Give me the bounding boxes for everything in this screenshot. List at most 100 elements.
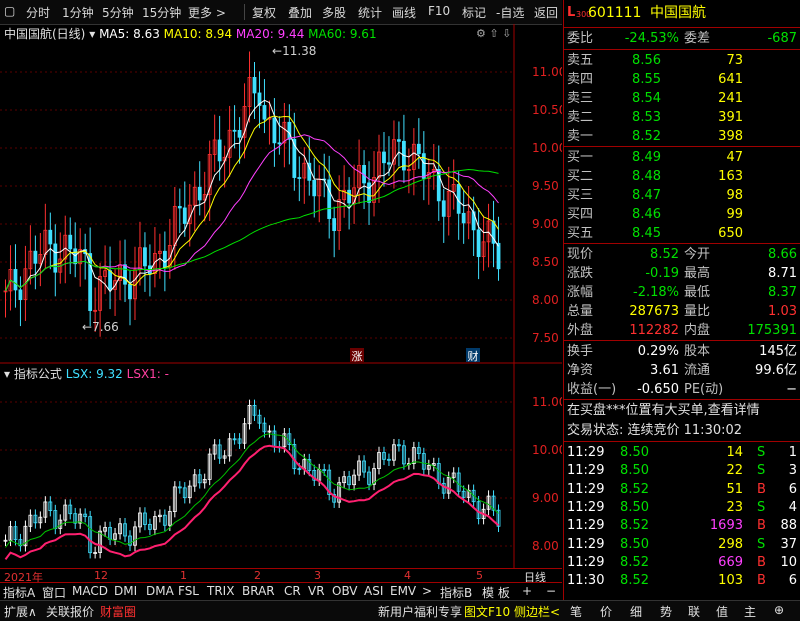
indicator-title: 指标公式 <box>13 367 62 381</box>
tab-brar[interactable]: BRAR <box>242 584 275 598</box>
tab-5min[interactable]: 5分钟 <box>102 4 134 21</box>
indicator-legend: ▾ 指标公式 LSX: 9.32 LSX1: - <box>4 365 169 382</box>
overlay-button[interactable]: 叠加 <box>288 4 312 21</box>
tick-volume: 669 <box>718 554 743 570</box>
bid-label: 买一 <box>567 150 594 165</box>
tick-volume: 14 <box>726 445 743 460</box>
expand-button[interactable]: 扩展∧ <box>4 603 37 620</box>
x-axis-label: 1 <box>180 569 187 582</box>
indicator-chart[interactable]: 11.00 10.00 9.00 8.00 ▾ 指标公式 LSX: 9.32 LSX1… <box>0 364 566 568</box>
tab-dma[interactable]: DMA <box>146 584 174 598</box>
tab-macd[interactable]: MACD <box>72 584 108 598</box>
news-ticker[interactable]: 在买盘***位置有大买单,查看详情 <box>564 401 800 420</box>
fundamental-row: 收益(一) -0.650 PE(动) − <box>564 380 800 399</box>
chevron-down-icon[interactable]: ▾ <box>4 367 10 381</box>
ma5-line <box>5 99 499 293</box>
tab-linked[interactable]: 联 <box>688 603 700 620</box>
tab-main[interactable]: 主 <box>744 603 756 620</box>
fundamental-row: 净资 3.61 流通 99.6亿 <box>564 361 800 380</box>
tick-count: 6 <box>788 573 797 589</box>
tab-asi[interactable]: ASI <box>364 584 383 598</box>
ask-volume: 391 <box>718 110 743 125</box>
tick-side: B <box>757 481 766 497</box>
tab-1min[interactable]: 1分钟 <box>62 4 94 21</box>
settings-icon[interactable]: ⚙ <box>476 27 486 40</box>
tab-window[interactable]: 窗口 <box>42 584 66 601</box>
stat-value: 8.66 <box>768 247 797 262</box>
arrow-up-icon[interactable]: ⇧ <box>489 27 498 40</box>
collapse-icon[interactable]: ▢ <box>4 4 15 18</box>
arrow-down-icon[interactable]: ⇩ <box>502 27 511 40</box>
tick-row: 11:29 8.52 669 B 10 <box>564 553 800 572</box>
stat-value: 8.71 <box>768 266 797 281</box>
bid-volume: 98 <box>726 188 743 203</box>
tab-value[interactable]: 值 <box>716 603 728 620</box>
tick-volume: 1693 <box>709 518 743 534</box>
stock-name[interactable]: 中国国航 <box>650 2 706 24</box>
mark-button[interactable]: 标记 <box>462 4 486 21</box>
indicator-canvas[interactable]: 11.00 10.00 9.00 8.00 <box>0 364 566 568</box>
statistics-button[interactable]: 统计 <box>358 4 382 21</box>
fund-label: PE(动) <box>684 382 724 397</box>
tab-trend[interactable]: 势 <box>660 603 672 620</box>
tab-cr[interactable]: CR <box>284 584 301 598</box>
kline-canvas[interactable]: 11.00 10.50 10.00 9.50 9.00 8.50 8.00 7.50 <box>0 24 566 364</box>
kline-chart[interactable]: 11.00 10.50 10.00 9.50 9.00 8.50 8.00 7.50 中国国航… <box>0 24 566 364</box>
ask-level-row: 卖二 8.53 391 <box>564 108 800 127</box>
tab-vr[interactable]: VR <box>308 584 325 598</box>
tab-more[interactable]: 更多 > <box>188 4 226 21</box>
tab-fsl[interactable]: FSL <box>178 584 199 598</box>
stat-label: 内盘 <box>684 323 711 338</box>
multi-stock-button[interactable]: 多股 <box>322 4 346 21</box>
tabs-scroll-right[interactable]: > <box>422 584 432 598</box>
add-button[interactable]: + <box>522 584 532 598</box>
f10-link[interactable]: 图文F10 <box>464 603 510 620</box>
restore-rights-button[interactable]: 复权 <box>252 4 276 21</box>
tab-15min[interactable]: 15分钟 <box>142 4 181 21</box>
ask-level-row: 卖五 8.56 73 <box>564 51 800 70</box>
x-axis-label: 12 <box>94 569 108 582</box>
high-price-annotation: ←11.38 <box>272 44 317 58</box>
tab-indicator-a[interactable]: 指标A <box>3 584 35 601</box>
tab-obv[interactable]: OBV <box>332 584 358 598</box>
promo-link[interactable]: 新用户福利专享 <box>378 603 462 620</box>
sidebar-toggle[interactable]: 侧边栏< <box>514 603 560 620</box>
tick-price: 8.50 <box>620 463 649 479</box>
f10-button[interactable]: F10 <box>428 4 450 18</box>
add-icon[interactable]: ⊕ <box>774 603 784 617</box>
tick-side: S <box>757 499 766 515</box>
order-imbalance-row: 委比 -24.53% 委差 -687 <box>564 29 800 48</box>
stat-label: 涨幅 <box>567 285 594 300</box>
tick-side: S <box>757 536 766 552</box>
tab-trades[interactable]: 笔 <box>570 603 582 620</box>
fundamental-row: 换手 0.29% 股本 145亿 <box>564 342 800 361</box>
tab-emv[interactable]: EMV <box>390 584 416 598</box>
ask-price: 8.54 <box>632 91 661 106</box>
tab-timeshare[interactable]: 分时 <box>26 4 50 21</box>
tick-time: 11:29 <box>567 536 605 552</box>
tick-count: 37 <box>780 536 797 552</box>
trade-status: 交易状态: 连续竞价 11:30:02 <box>567 423 743 438</box>
remove-button[interactable]: − <box>546 584 556 598</box>
back-button[interactable]: 返回 <box>534 4 558 21</box>
candle <box>143 247 147 267</box>
related-quotes-button[interactable]: 关联报价 <box>46 603 94 620</box>
tab-dmi[interactable]: DMI <box>114 584 137 598</box>
fund-label: 收益(一) <box>567 382 617 397</box>
finance-marker[interactable]: 财 <box>466 348 480 363</box>
stat-label: 总量 <box>567 304 594 319</box>
ask-price: 8.53 <box>632 110 661 125</box>
chevron-down-icon[interactable]: ▾ <box>89 27 95 41</box>
tab-detail[interactable]: 细 <box>630 603 642 620</box>
stock-code[interactable]: 601111 <box>588 2 641 24</box>
tab-indicator-b[interactable]: 指标B <box>440 584 472 601</box>
wealth-circle-button[interactable]: 财富圈 <box>100 603 136 620</box>
draw-line-button[interactable]: 画线 <box>392 4 416 21</box>
tab-trix[interactable]: TRIX <box>207 584 234 598</box>
tab-price[interactable]: 价 <box>600 603 612 620</box>
ask-level-row: 卖三 8.54 241 <box>564 89 800 108</box>
watchlist-button[interactable]: -自选 <box>496 4 524 21</box>
limit-up-marker[interactable]: 涨 <box>350 348 364 363</box>
tab-template[interactable]: 模 板 <box>482 584 510 601</box>
tick-price: 8.50 <box>620 445 649 460</box>
